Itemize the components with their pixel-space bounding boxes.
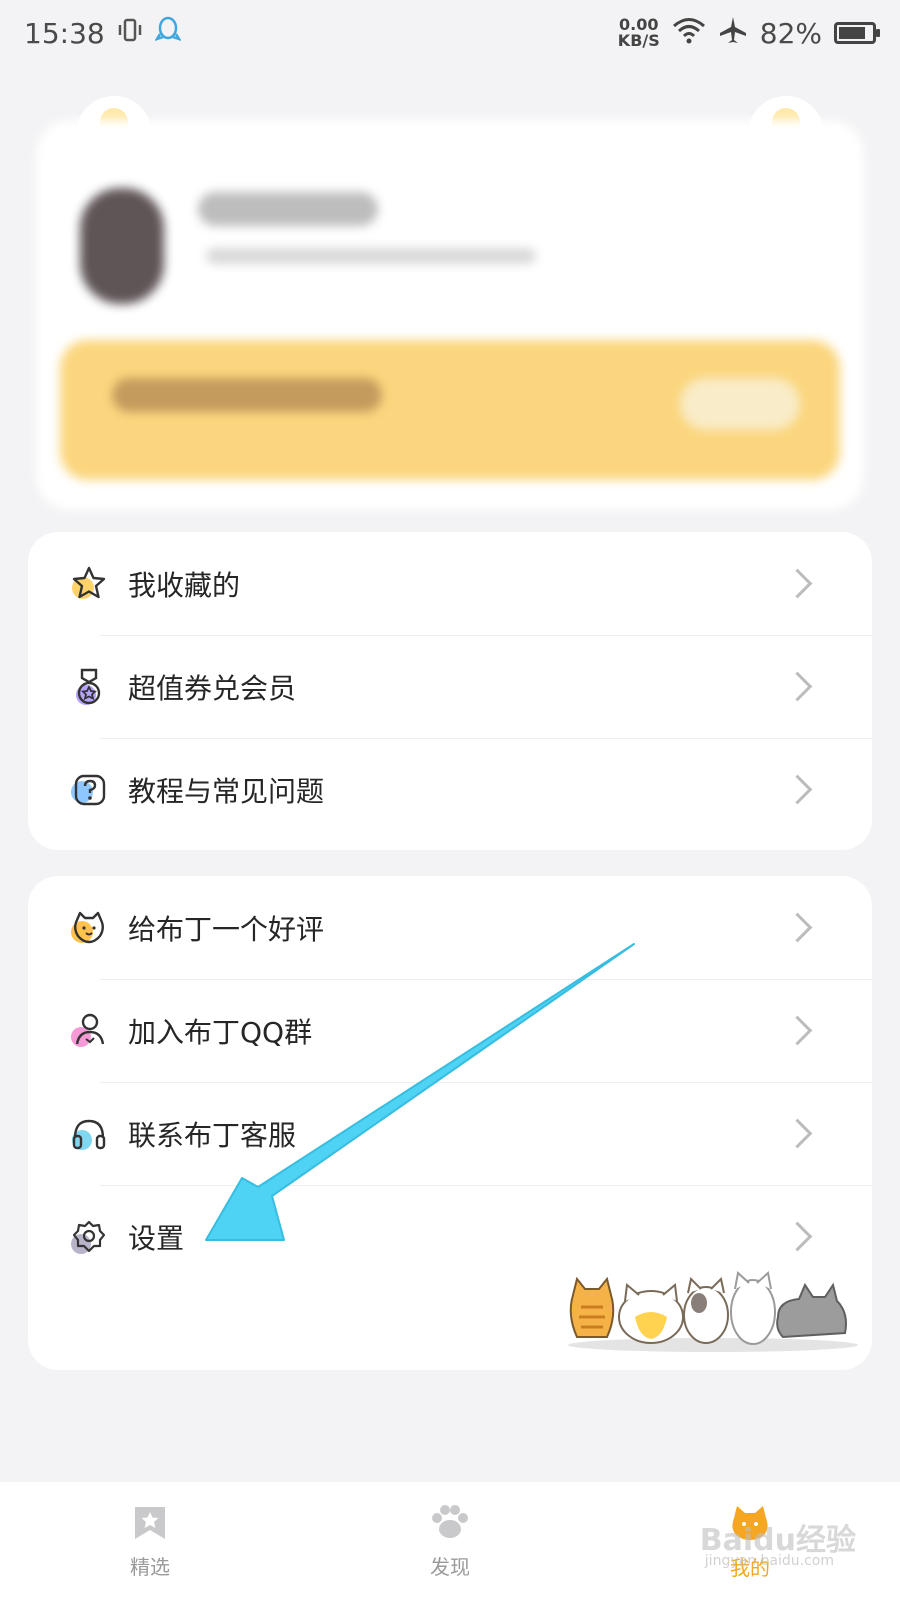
nav-item-discover[interactable]: 发现 <box>360 1503 540 1580</box>
username-blurred <box>198 192 378 226</box>
qq-icon <box>153 16 182 51</box>
airplane-icon <box>718 15 748 52</box>
menu-item-label: 联系布丁客服 <box>128 1118 297 1152</box>
menu-card-primary: 我收藏的 超值券兑会员 教程与常见问题 <box>28 532 872 850</box>
headset-icon <box>68 1113 110 1155</box>
vip-banner-text-blurred <box>112 378 382 412</box>
nav-item-featured[interactable]: 精选 <box>60 1503 240 1580</box>
user-subtitle-blurred <box>206 248 536 264</box>
bookmark-star-icon <box>131 1503 169 1545</box>
profile-card[interactable] <box>36 120 864 510</box>
profile-section[interactable] <box>36 90 864 510</box>
watermark-url: jingyan.baidu.com <box>704 1553 834 1569</box>
menu-item-rate-app[interactable]: 给布丁一个好评 <box>28 876 872 979</box>
chevron-right-icon <box>782 774 813 805</box>
menu-item-customer-service[interactable]: 联系布丁客服 <box>28 1082 872 1185</box>
status-right: 0.00 KB/S 82% <box>618 15 880 52</box>
vip-banner-button[interactable] <box>680 378 800 430</box>
menu-item-label: 给布丁一个好评 <box>128 912 325 946</box>
star-icon <box>68 563 110 605</box>
wifi-icon <box>672 16 706 51</box>
cat-face-icon <box>68 907 110 949</box>
avatar[interactable] <box>80 188 164 304</box>
status-bar: 15:38 0.00 KB/S 82% <box>0 0 900 66</box>
help-icon <box>68 769 110 811</box>
chevron-right-icon <box>782 912 813 943</box>
menu-item-join-qq-group[interactable]: 加入布丁QQ群 <box>28 979 872 1082</box>
user-group-icon <box>68 1010 110 1052</box>
net-speed: 0.00 KB/S <box>618 17 660 49</box>
menu-item-favorites[interactable]: 我收藏的 <box>28 532 872 635</box>
chevron-right-icon <box>782 1118 813 1149</box>
nav-label: 精选 <box>130 1554 170 1579</box>
chevron-right-icon <box>782 671 813 702</box>
cats-illustration <box>568 1271 858 1352</box>
vip-banner[interactable] <box>60 340 840 480</box>
battery-percent: 82% <box>759 16 822 50</box>
menu-item-label: 设置 <box>128 1221 185 1255</box>
menu-item-coupon-vip[interactable]: 超值券兑会员 <box>28 635 872 738</box>
status-left: 15:38 <box>24 16 182 51</box>
battery-icon <box>834 22 880 44</box>
medal-icon <box>68 666 110 708</box>
menu-item-label: 加入布丁QQ群 <box>128 1015 313 1049</box>
menu-item-label: 教程与常见问题 <box>128 774 325 808</box>
vibrate-icon <box>117 17 143 50</box>
battery-fill <box>839 27 866 39</box>
menu-item-help[interactable]: 教程与常见问题 <box>28 738 872 841</box>
menu-item-label: 我收藏的 <box>128 568 241 602</box>
status-time: 15:38 <box>24 16 105 50</box>
menu-item-label: 超值券兑会员 <box>128 671 297 705</box>
paw-icon <box>430 1503 470 1545</box>
chevron-right-icon <box>782 1221 813 1252</box>
chevron-right-icon <box>782 1015 813 1046</box>
gear-icon <box>68 1216 110 1258</box>
net-speed-unit: KB/S <box>617 31 660 50</box>
menu-card-secondary: 给布丁一个好评 加入布丁QQ群 联系布丁客服 设置 <box>28 876 872 1370</box>
nav-label: 发现 <box>430 1554 470 1579</box>
chevron-right-icon <box>782 568 813 599</box>
